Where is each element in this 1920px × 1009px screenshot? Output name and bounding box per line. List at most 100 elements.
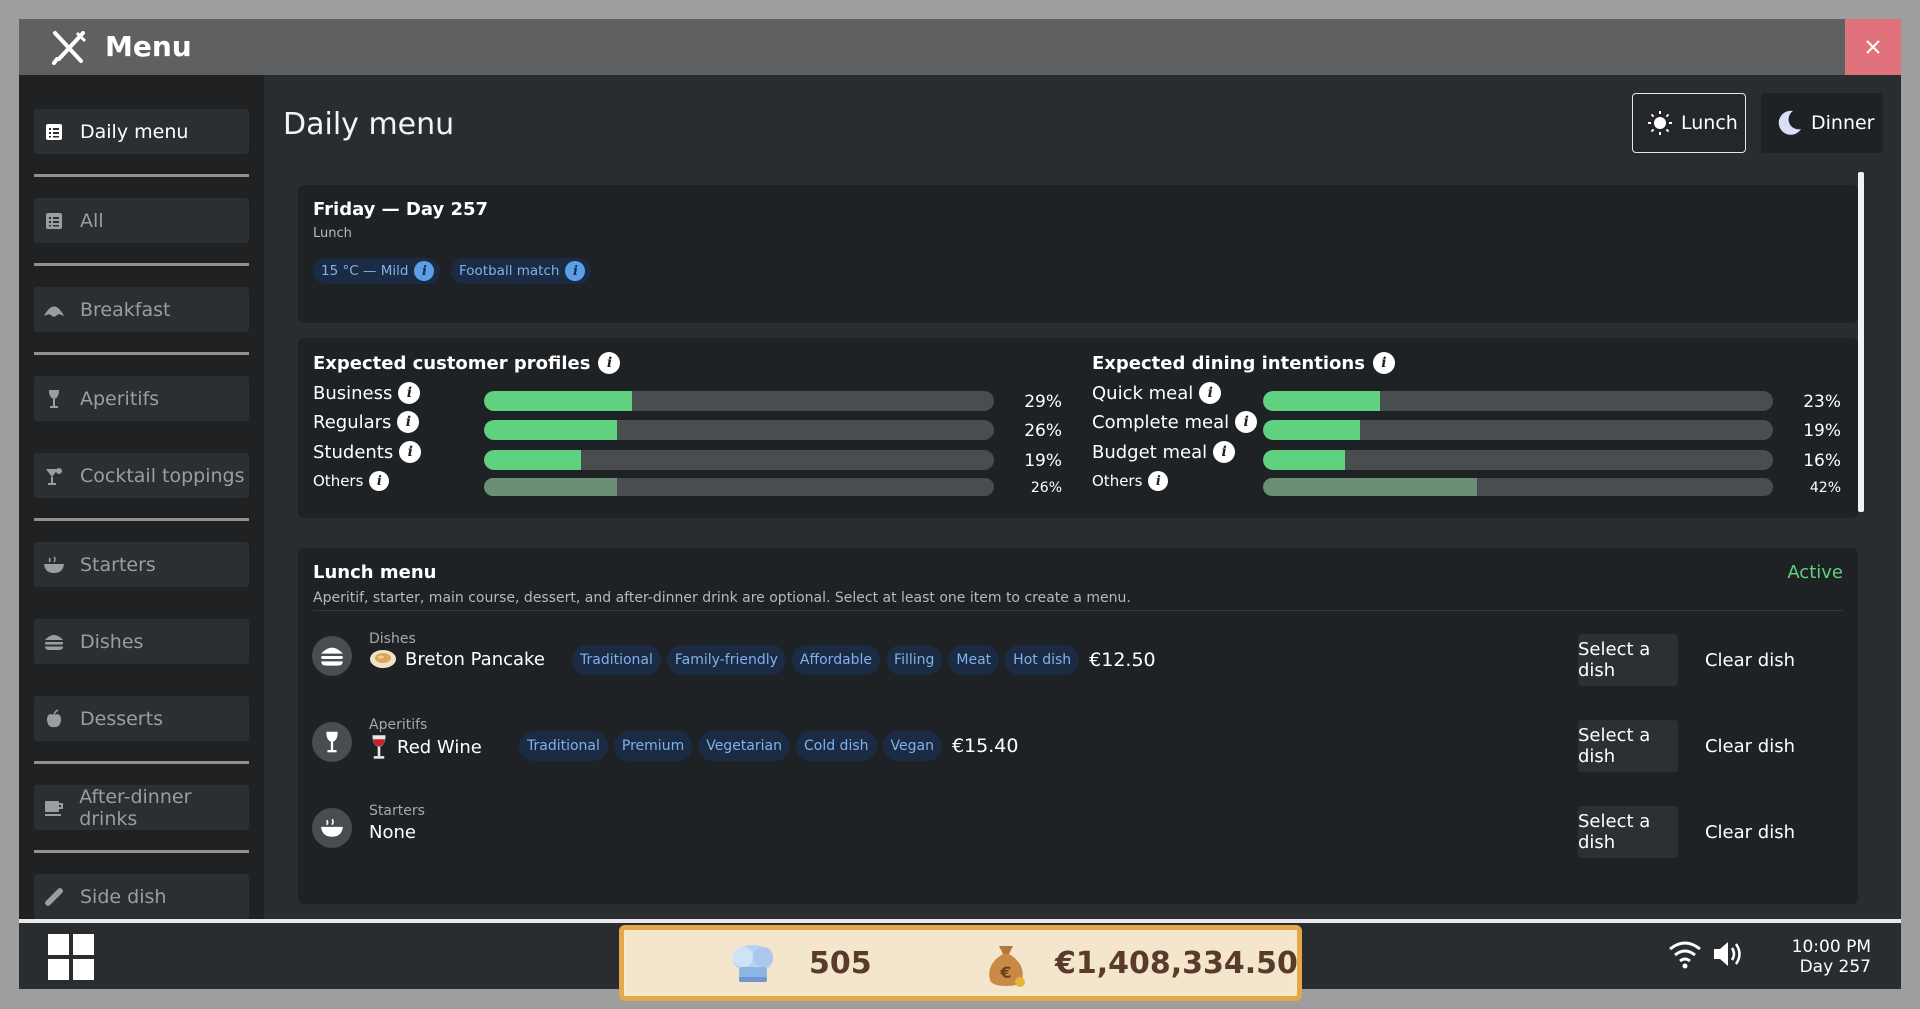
scrollbar[interactable] — [1858, 172, 1864, 512]
sidebar-item-label: All — [80, 209, 104, 232]
lunch-menu-description: Aperitif, starter, main course, dessert,… — [313, 590, 1131, 606]
tag: Filling — [886, 645, 943, 675]
info-icon[interactable]: i — [397, 411, 420, 433]
sidebar-item-label: Starters — [80, 553, 156, 576]
clear-dish-button[interactable]: Clear dish — [1694, 720, 1806, 772]
info-icon[interactable]: i — [598, 352, 621, 374]
sidebar-item-dishes[interactable]: Dishes — [34, 619, 249, 664]
tag-list: Traditional Family-friendly Affordable F… — [572, 645, 1156, 675]
intention-bar-budget — [1263, 450, 1773, 470]
bar-fill — [484, 450, 581, 470]
menu-row-starters: Starters None Select a dish Clear dish — [298, 800, 1858, 870]
intention-label-complete: Complete meal i — [1092, 411, 1258, 433]
dish-name: None — [369, 822, 416, 843]
title-bar: Menu — [19, 19, 1901, 75]
bowl-icon — [43, 554, 65, 576]
sidebar-divider — [34, 518, 249, 521]
lunch-toggle-button[interactable]: Lunch — [1632, 93, 1746, 153]
profile-row-label: Business — [313, 382, 393, 404]
sidebar-item-aperitifs[interactable]: Aperitifs — [34, 376, 249, 421]
clear-dish-button[interactable]: Clear dish — [1694, 634, 1806, 686]
bowl-icon — [312, 808, 352, 848]
clear-dish-button[interactable]: Clear dish — [1694, 806, 1806, 858]
windows-start-icon[interactable] — [48, 934, 94, 980]
select-dish-button[interactable]: Select a dish — [1578, 806, 1678, 858]
window-title: Menu — [105, 30, 192, 63]
tag: Affordable — [791, 645, 881, 675]
divider — [313, 610, 1843, 611]
info-icon[interactable]: i — [399, 441, 422, 463]
info-icon[interactable]: i — [1235, 411, 1258, 433]
close-button[interactable] — [1845, 19, 1901, 75]
info-icon[interactable]: i — [369, 471, 390, 491]
wifi-icon[interactable] — [1668, 939, 1702, 969]
sidebar-item-label: Cocktail toppings — [80, 464, 245, 487]
bar-fill — [484, 478, 617, 496]
info-icon[interactable]: i — [565, 261, 586, 281]
info-icon[interactable]: i — [1148, 471, 1169, 491]
profile-label-regulars: Regulars i — [313, 411, 420, 433]
sidebar-item-desserts[interactable]: Desserts — [34, 696, 249, 741]
sidebar-item-daily-menu[interactable]: Daily menu — [34, 109, 249, 154]
intention-bar-others — [1263, 478, 1773, 496]
sidebar-item-side-dish[interactable]: Side dish — [34, 874, 249, 919]
tag: Family-friendly — [666, 645, 786, 675]
info-icon[interactable]: i — [414, 261, 435, 281]
select-dish-button[interactable]: Select a dish — [1578, 720, 1678, 772]
intention-row-label: Quick meal — [1092, 382, 1194, 404]
weather-chip[interactable]: 15 °C — Mild i — [313, 258, 441, 284]
profiles-title: Expected customer profiles i — [313, 352, 621, 374]
intention-bar-complete — [1263, 420, 1773, 440]
dish-price: €15.40 — [951, 735, 1019, 757]
intention-pct: 16% — [1803, 451, 1841, 471]
fork-knife-icon — [52, 31, 87, 65]
lunch-menu-title: Lunch menu — [313, 562, 437, 583]
sidebar-divider — [34, 174, 249, 177]
tag-list: Traditional Premium Vegetarian Cold dish… — [519, 731, 1018, 761]
bar-fill — [1263, 450, 1345, 470]
bar-fill — [484, 391, 632, 411]
tag: Vegetarian — [698, 731, 790, 761]
profile-label-others: Others i — [313, 471, 390, 491]
profile-row-label: Others — [313, 472, 364, 490]
info-icon[interactable]: i — [1199, 382, 1222, 404]
info-icon[interactable]: i — [1372, 352, 1395, 374]
taskbar: 505 € €1,408,334.50 10:00 PM Day 257 — [19, 919, 1901, 1001]
dinner-label: Dinner — [1811, 112, 1875, 134]
intention-label-quick: Quick meal i — [1092, 382, 1222, 404]
category-label: Dishes — [369, 631, 416, 647]
sidebar-item-cocktail-toppings[interactable]: Cocktail toppings — [34, 453, 249, 498]
lunch-menu-panel: Lunch menu Aperitif, starter, main cours… — [298, 548, 1858, 904]
wine-glass-icon — [43, 388, 65, 410]
profile-pct: 19% — [1024, 451, 1062, 471]
intention-pct: 19% — [1803, 421, 1841, 441]
dish-name: Breton Pancake — [369, 648, 545, 670]
close-icon — [1866, 40, 1880, 54]
sidebar-item-all[interactable]: All — [34, 198, 249, 243]
sidebar-divider — [34, 850, 249, 853]
sidebar-item-breakfast[interactable]: Breakfast — [34, 287, 249, 332]
burger-icon — [43, 631, 65, 653]
dish-name: Red Wine — [369, 734, 482, 760]
menu-row-dishes: Dishes Breton Pancake Traditional Family… — [298, 628, 1858, 698]
money-bag-icon: € — [989, 946, 1025, 987]
day-title: Friday — Day 257 — [313, 199, 489, 220]
sidebar-item-after-dinner-drinks[interactable]: After-dinner drinks — [34, 785, 249, 830]
volume-icon[interactable] — [1712, 939, 1744, 969]
red-wine-icon — [372, 735, 386, 759]
info-icon[interactable]: i — [398, 382, 421, 404]
info-icon[interactable]: i — [1213, 441, 1236, 463]
event-chip[interactable]: Football match i — [451, 258, 592, 284]
dinner-toggle-button[interactable]: Dinner — [1761, 93, 1883, 153]
tag: Premium — [613, 731, 693, 761]
page-title: Daily menu — [283, 107, 455, 142]
profile-label-students: Students i — [313, 441, 422, 463]
chip-label: Football match — [459, 263, 560, 279]
intention-label-others: Others i — [1092, 471, 1169, 491]
dish-name-text: Breton Pancake — [405, 648, 545, 670]
pancake-icon — [370, 650, 396, 668]
select-dish-button[interactable]: Select a dish — [1578, 634, 1678, 686]
sidebar-item-starters[interactable]: Starters — [34, 542, 249, 587]
intention-bar-quick — [1263, 391, 1773, 411]
intention-row-label: Others — [1092, 472, 1143, 490]
